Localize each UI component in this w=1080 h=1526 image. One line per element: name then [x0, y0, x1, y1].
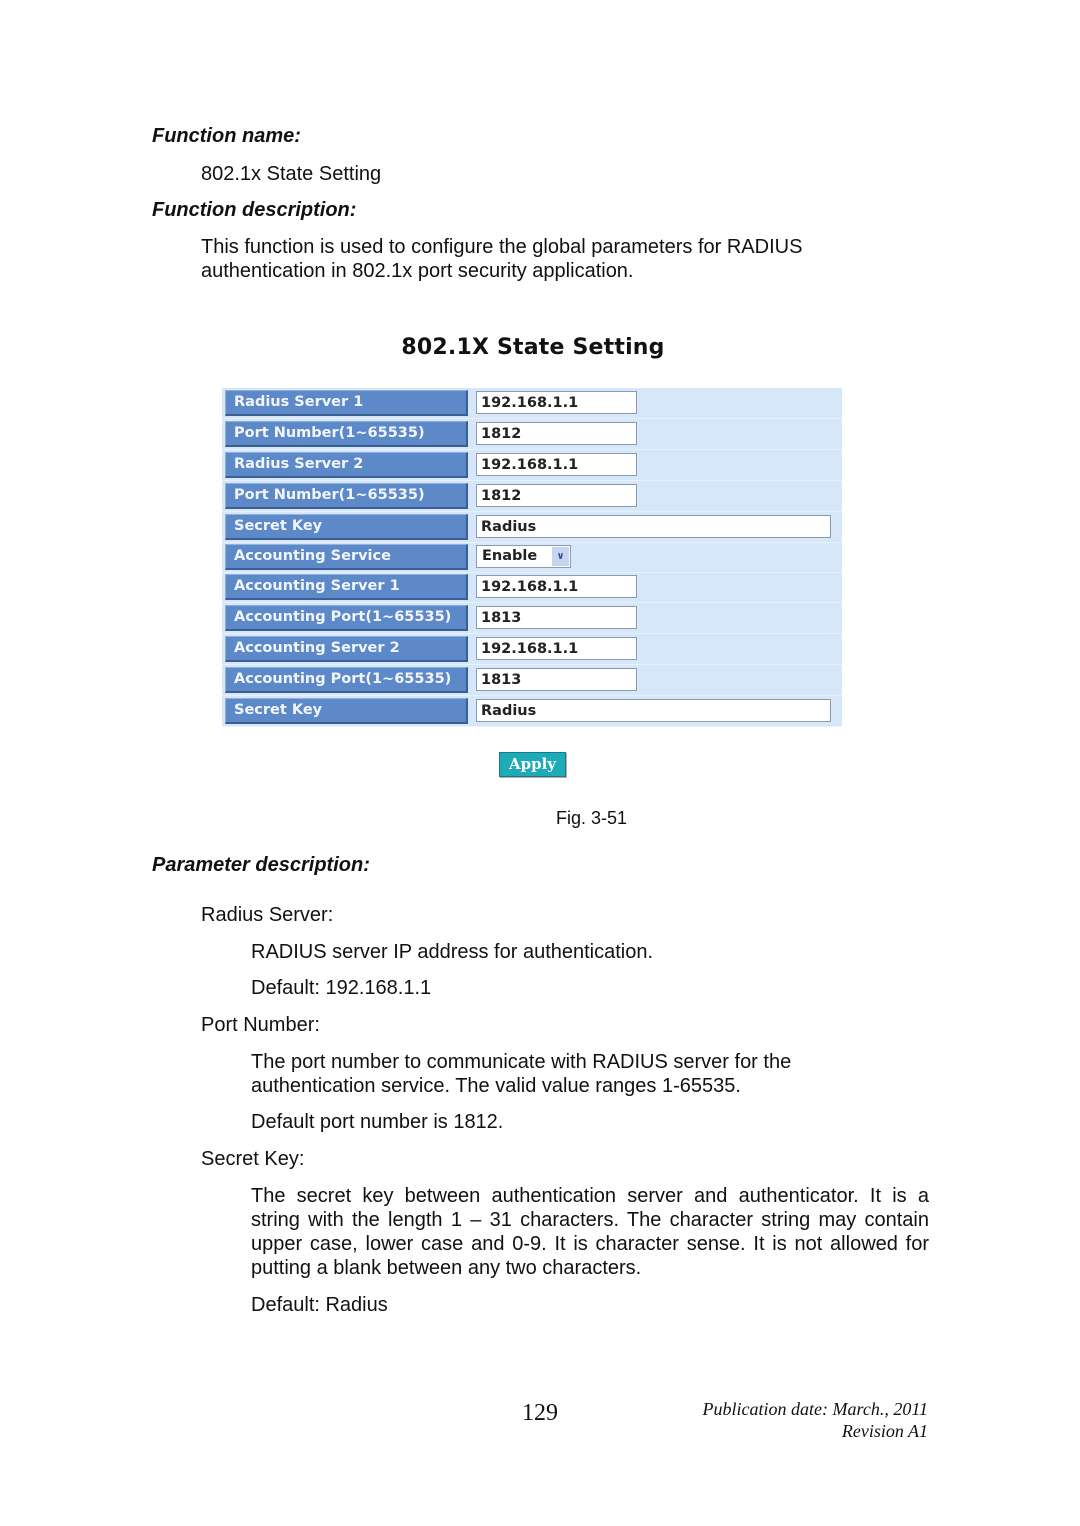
param-name-port-number: Port Number:: [201, 1014, 320, 1036]
field-label: Secret Key: [225, 514, 468, 540]
revision: Revision A1: [841, 1421, 928, 1441]
form-row: Radius Server 2: [222, 450, 842, 481]
apply-button[interactable]: Apply: [499, 752, 566, 777]
form-row: Accounting Server 1: [222, 572, 842, 603]
field-input[interactable]: [476, 515, 831, 538]
param-name-secret-key: Secret Key:: [201, 1148, 305, 1170]
function-description-text: This function is used to configure the g…: [201, 235, 802, 283]
page-number: 129: [522, 1400, 558, 1426]
param-default: Default: Radius: [251, 1294, 388, 1316]
field-label: Port Number(1~65535): [225, 483, 468, 509]
form-row: Port Number(1~65535): [222, 419, 842, 450]
param-desc-line: putting a blank between any two characte…: [251, 1257, 642, 1279]
publication-date: Publication date: March., 2011: [702, 1399, 928, 1419]
parameter-description-heading: Parameter description:: [152, 854, 370, 876]
param-desc-line: The secret key between authentication se…: [251, 1185, 929, 1207]
field-label: Accounting Port(1~65535): [225, 605, 468, 631]
form-row: Accounting Service Enable ∨: [222, 542, 842, 573]
param-desc: RADIUS server IP address for authenticat…: [251, 941, 654, 963]
field-input[interactable]: [476, 453, 637, 476]
form-row: Secret Key: [222, 696, 842, 727]
field-input[interactable]: [476, 575, 637, 598]
field-input[interactable]: [476, 668, 637, 691]
description-line: authentication in 802.1x port security a…: [201, 260, 634, 282]
form-row: Secret Key: [222, 512, 842, 543]
accounting-service-select[interactable]: Enable ∨: [476, 545, 571, 568]
field-label: Radius Server 2: [225, 452, 468, 478]
function-name-heading: Function name:: [152, 125, 301, 147]
field-input[interactable]: [476, 484, 637, 507]
form-row: Accounting Port(1~65535): [222, 665, 842, 696]
param-desc: The secret key between authentication se…: [251, 1184, 929, 1280]
form-row: Accounting Port(1~65535): [222, 603, 842, 634]
chevron-down-icon[interactable]: ∨: [552, 547, 569, 566]
field-input[interactable]: [476, 422, 637, 445]
param-desc-line: upper case, lower case and 0-9. It is ch…: [251, 1233, 929, 1255]
field-label: Port Number(1~65535): [225, 421, 468, 447]
param-default: Default port number is 1812.: [251, 1111, 504, 1133]
param-desc-line: The port number to communicate with RADI…: [251, 1051, 792, 1073]
param-desc: The port number to communicate with RADI…: [251, 1050, 791, 1098]
param-desc-line: string with the length 1 – 31 characters…: [251, 1209, 929, 1231]
form-row: Radius Server 1: [222, 388, 842, 419]
select-value: Enable: [482, 548, 538, 564]
form-row: Port Number(1~65535): [222, 481, 842, 512]
field-label: Accounting Server 2: [225, 636, 468, 662]
param-default: Default: 192.168.1.1: [251, 977, 432, 999]
field-label: Accounting Port(1~65535): [225, 667, 468, 693]
field-label: Accounting Server 1: [225, 574, 468, 600]
param-desc-line: authentication service. The valid value …: [251, 1075, 741, 1097]
field-input[interactable]: [476, 699, 831, 722]
field-input[interactable]: [476, 391, 637, 414]
description-line: This function is used to configure the g…: [201, 236, 803, 258]
field-input[interactable]: [476, 606, 637, 629]
field-label: Accounting Service: [225, 544, 468, 570]
panel-title: 802.1X State Setting: [401, 335, 665, 360]
form-row: Accounting Server 2: [222, 634, 842, 665]
figure-caption: Fig. 3-51: [556, 808, 628, 828]
field-label: Secret Key: [225, 698, 468, 724]
function-name-value: 802.1x State Setting: [201, 163, 382, 185]
field-label: Radius Server 1: [225, 390, 468, 416]
settings-form: Radius Server 1 Port Number(1~65535) Radiu…: [222, 388, 842, 727]
function-description-heading: Function description:: [152, 199, 357, 221]
param-name-radius-server: Radius Server:: [201, 904, 334, 926]
field-input[interactable]: [476, 637, 637, 660]
